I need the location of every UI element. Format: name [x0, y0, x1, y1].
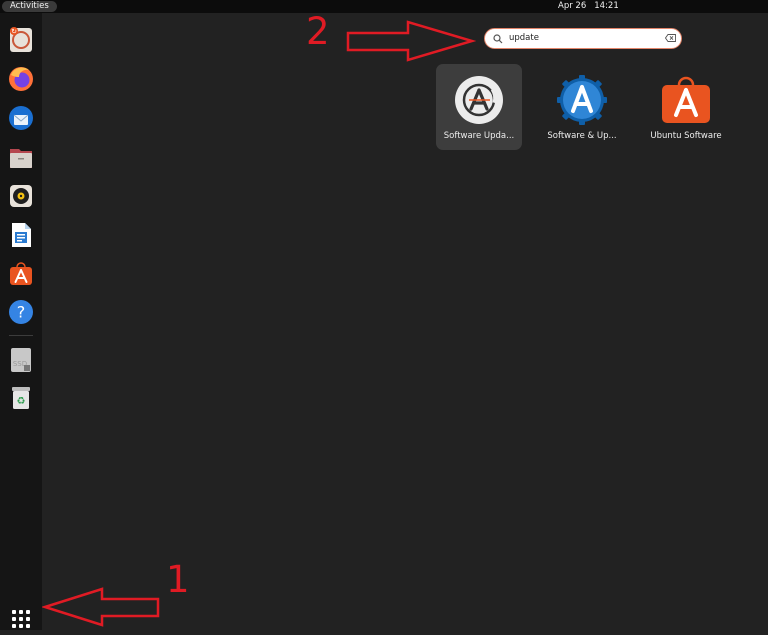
result-label: Ubuntu Software — [650, 131, 722, 141]
annotation-number-1: 1 — [166, 558, 190, 601]
clock-time: 14:21 — [594, 1, 619, 11]
ubuntu-software-icon[interactable] — [7, 260, 35, 288]
dock: ↻ ? SSD ♻ — [0, 13, 42, 630]
dock-separator — [9, 335, 33, 336]
annotation-arrow-2 — [346, 20, 476, 62]
ubuntu-software-icon — [662, 76, 710, 123]
activities-button[interactable]: Activities — [2, 1, 57, 12]
svg-text:♻: ♻ — [17, 396, 26, 407]
svg-text:↻: ↻ — [11, 28, 17, 36]
search-result-software-and-updates[interactable]: Software & Up... — [539, 64, 625, 150]
software-updater-app-icon[interactable]: ↻ — [7, 26, 35, 54]
top-bar: Activities Apr 26 14:21 — [0, 0, 768, 13]
annotation-arrow-1 — [42, 587, 160, 627]
software-and-updates-icon — [557, 75, 607, 125]
svg-text:?: ? — [17, 303, 26, 322]
clock[interactable]: Apr 26 14:21 — [558, 1, 627, 12]
clock-date: Apr 26 — [558, 1, 587, 11]
search-icon — [493, 34, 503, 44]
software-updater-icon — [455, 76, 503, 124]
annotation-number-2: 2 — [306, 10, 330, 53]
clear-search-icon[interactable] — [665, 34, 676, 42]
search-result-software-updater[interactable]: Software Upda... — [436, 64, 522, 150]
app-grid-icon[interactable] — [9, 607, 33, 631]
result-label: Software Upda... — [443, 131, 515, 141]
files-icon[interactable] — [7, 143, 35, 171]
search-input[interactable] — [509, 30, 649, 46]
search-box[interactable] — [484, 28, 682, 49]
firefox-icon[interactable] — [7, 65, 35, 93]
ssd-drive-icon[interactable]: SSD — [7, 346, 35, 374]
trash-icon[interactable]: ♻ — [7, 384, 35, 412]
thunderbird-icon[interactable] — [7, 104, 35, 132]
libreoffice-writer-icon[interactable] — [7, 221, 35, 249]
result-label: Software & Up... — [547, 131, 617, 141]
help-icon[interactable]: ? — [7, 298, 35, 326]
rhythmbox-icon[interactable] — [7, 182, 35, 210]
search-result-ubuntu-software[interactable]: Ubuntu Software — [643, 64, 729, 150]
